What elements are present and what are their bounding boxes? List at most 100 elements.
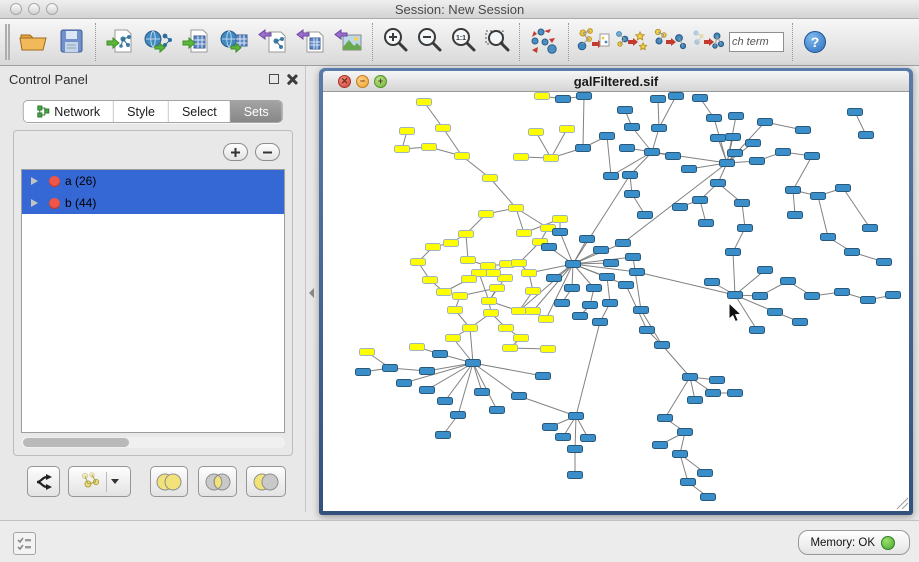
graph-node[interactable]: [436, 432, 451, 439]
graph-node[interactable]: [535, 93, 550, 100]
graph-node[interactable]: [845, 249, 860, 256]
graph-node[interactable]: [453, 293, 468, 300]
graph-node[interactable]: [587, 285, 602, 292]
graph-node[interactable]: [738, 225, 753, 232]
graph-node[interactable]: [544, 155, 559, 162]
graph-node[interactable]: [553, 229, 568, 236]
import-network-web-button[interactable]: [139, 22, 177, 62]
graph-node[interactable]: [444, 240, 459, 247]
graph-node[interactable]: [553, 216, 568, 223]
graph-node[interactable]: [750, 327, 765, 334]
scrollbar-thumb[interactable]: [23, 438, 129, 447]
graph-edge[interactable]: [473, 363, 497, 410]
graph-node[interactable]: [383, 365, 398, 372]
close-panel-icon[interactable]: [286, 73, 298, 85]
graph-node[interactable]: [395, 146, 410, 153]
float-panel-icon[interactable]: [269, 74, 279, 84]
graph-edge[interactable]: [637, 272, 735, 295]
create-set-from-network-button[interactable]: [68, 466, 131, 497]
graph-node[interactable]: [645, 149, 660, 156]
graph-node[interactable]: [728, 292, 743, 299]
graph-node[interactable]: [821, 234, 836, 241]
graph-node[interactable]: [577, 93, 592, 100]
tab-style[interactable]: Style: [113, 101, 168, 122]
graph-node[interactable]: [634, 307, 649, 314]
graph-node[interactable]: [625, 124, 640, 131]
graph-node[interactable]: [446, 335, 461, 342]
zoom-in-button[interactable]: [378, 22, 412, 62]
memory-status-button[interactable]: Memory: OK: [798, 530, 910, 555]
graph-node[interactable]: [623, 172, 638, 179]
graph-node[interactable]: [626, 254, 641, 261]
graph-node[interactable]: [701, 494, 716, 501]
open-session-button[interactable]: [14, 22, 52, 62]
graph-node[interactable]: [728, 390, 743, 397]
graph-node[interactable]: [673, 451, 688, 458]
graph-node[interactable]: [793, 319, 808, 326]
graph-node[interactable]: [420, 387, 435, 394]
graph-edge[interactable]: [733, 252, 735, 295]
unhide-all-button[interactable]: [688, 22, 726, 62]
graph-node[interactable]: [451, 412, 466, 419]
graph-node[interactable]: [673, 204, 688, 211]
graph-node[interactable]: [459, 231, 474, 238]
graph-node[interactable]: [729, 113, 744, 120]
graph-node[interactable]: [509, 205, 524, 212]
expander-icon[interactable]: [31, 177, 38, 185]
graph-node[interactable]: [768, 309, 783, 316]
graph-edge[interactable]: [404, 363, 473, 383]
graph-node[interactable]: [728, 150, 743, 157]
graph-edge[interactable]: [665, 377, 690, 418]
graph-node[interactable]: [568, 472, 583, 479]
graph-node[interactable]: [758, 119, 773, 126]
graph-node[interactable]: [618, 107, 633, 114]
graph-node[interactable]: [410, 344, 425, 351]
graph-node[interactable]: [836, 185, 851, 192]
graph-node[interactable]: [669, 93, 684, 100]
graph-edge[interactable]: [818, 196, 828, 237]
graph-edge[interactable]: [793, 156, 812, 190]
splitter-collapse-icon[interactable]: [309, 288, 314, 298]
graph-node[interactable]: [600, 133, 615, 140]
export-network-button[interactable]: [253, 22, 291, 62]
graph-node[interactable]: [640, 327, 655, 334]
graph-node[interactable]: [811, 193, 826, 200]
graph-node[interactable]: [400, 128, 415, 135]
toolbar-drag-handle[interactable]: [5, 24, 10, 60]
graph-node[interactable]: [796, 127, 811, 134]
graph-node[interactable]: [436, 125, 451, 132]
tab-network[interactable]: Network: [23, 101, 113, 122]
graph-node[interactable]: [356, 369, 371, 376]
add-set-button[interactable]: [223, 143, 248, 161]
graph-node[interactable]: [475, 389, 490, 396]
graph-node[interactable]: [693, 95, 708, 102]
help-button[interactable]: ?: [798, 22, 832, 62]
graph-node[interactable]: [886, 292, 901, 299]
graph-node[interactable]: [630, 269, 645, 276]
graph-node[interactable]: [490, 285, 505, 292]
expander-icon[interactable]: [31, 199, 38, 207]
graph-node[interactable]: [360, 349, 375, 356]
graph-node[interactable]: [758, 267, 773, 274]
graph-node[interactable]: [573, 313, 588, 320]
graph-node[interactable]: [720, 160, 735, 167]
graph-node[interactable]: [581, 435, 596, 442]
graph-node[interactable]: [448, 307, 463, 314]
graph-node[interactable]: [711, 135, 726, 142]
graph-edge[interactable]: [843, 188, 870, 228]
graph-node[interactable]: [580, 236, 595, 243]
graph-node[interactable]: [835, 289, 850, 296]
graph-node[interactable]: [707, 115, 722, 122]
graph-node[interactable]: [568, 446, 583, 453]
remove-set-button[interactable]: [255, 143, 280, 161]
graph-node[interactable]: [693, 197, 708, 204]
graph-node[interactable]: [583, 302, 598, 309]
import-table-web-button[interactable]: [215, 22, 253, 62]
graph-edge[interactable]: [576, 322, 600, 416]
network-graph[interactable]: [323, 92, 909, 511]
save-session-button[interactable]: [52, 22, 90, 62]
graph-node[interactable]: [517, 230, 532, 237]
graph-node[interactable]: [604, 173, 619, 180]
graph-node[interactable]: [486, 270, 501, 277]
show-all-button[interactable]: [650, 22, 688, 62]
